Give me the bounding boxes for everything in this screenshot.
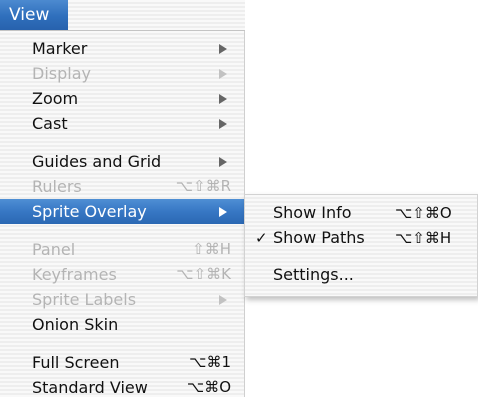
menu-item-cast[interactable]: Cast	[0, 111, 245, 136]
menu-item-full-screen[interactable]: Full Screen ⌥⌘1	[0, 350, 245, 375]
menu-item-label: Standard View	[32, 378, 148, 397]
menu-item-standard-view[interactable]: Standard View ⌥⌘O	[0, 375, 245, 400]
submenu-arrow-icon	[219, 207, 227, 217]
submenu-arrow-icon	[219, 44, 227, 54]
menu-item-label: Keyframes	[32, 265, 117, 284]
menu-item-sprite-labels: Sprite Labels	[0, 287, 245, 312]
menu-item-shortcut: ⌥⌘O	[186, 378, 231, 396]
submenu-item-settings[interactable]: Settings...	[245, 262, 477, 288]
menu-item-label: Onion Skin	[32, 315, 119, 334]
menu-item-label: Panel	[32, 240, 76, 259]
menu-item-label: Rulers	[32, 177, 82, 196]
menu-item-label: Marker	[32, 39, 88, 58]
submenu-item-shortcut: ⌥⇧⌘H	[395, 229, 452, 247]
submenu-item-label: Settings...	[273, 265, 354, 284]
submenu-item-show-paths[interactable]: ✓ Show Paths ⌥⇧⌘H	[245, 225, 477, 251]
sprite-overlay-submenu: Show Info ⌥⇧⌘O ✓ Show Paths ⌥⇧⌘H Setting…	[244, 194, 478, 297]
menu-item-shortcut: ⌥⇧⌘K	[176, 265, 231, 283]
submenu-arrow-icon	[219, 295, 227, 305]
submenu-arrow-icon	[219, 157, 227, 167]
menu-item-guides-and-grid[interactable]: Guides and Grid	[0, 149, 245, 174]
submenu-item-shortcut: ⌥⇧⌘O	[395, 204, 452, 222]
menu-item-rulers: Rulers ⌥⇧⌘R	[0, 174, 245, 199]
menu-item-shortcut: ⌥⌘1	[189, 353, 231, 371]
menu-item-label: Sprite Overlay	[32, 202, 147, 221]
menu-item-zoom[interactable]: Zoom	[0, 86, 245, 111]
submenu-item-label: Show Paths	[273, 228, 365, 247]
menu-item-keyframes: Keyframes ⌥⇧⌘K	[0, 262, 245, 287]
menu-item-label: Sprite Labels	[32, 290, 137, 309]
menu-item-display: Display	[0, 61, 245, 86]
checkmark-icon: ✓	[255, 229, 268, 247]
submenu-arrow-icon	[219, 119, 227, 129]
submenu-item-show-info[interactable]: Show Info ⌥⇧⌘O	[245, 200, 477, 226]
menu-item-label: Guides and Grid	[32, 152, 162, 171]
submenu-arrow-icon	[219, 69, 227, 79]
view-menu: Marker Display Zoom Cast Guides and Grid…	[0, 31, 245, 397]
menu-bar: View	[0, 0, 245, 31]
submenu-item-label: Show Info	[273, 203, 352, 222]
menu-item-onion-skin[interactable]: Onion Skin	[0, 312, 245, 337]
menu-item-label: Full Screen	[32, 353, 120, 372]
menu-item-shortcut: ⇧⌘H	[192, 240, 231, 258]
submenu-arrow-icon	[219, 94, 227, 104]
menu-item-marker[interactable]: Marker	[0, 36, 245, 61]
menu-item-panel: Panel ⇧⌘H	[0, 237, 245, 262]
menu-item-sprite-overlay[interactable]: Sprite Overlay	[0, 199, 245, 224]
menu-item-label: Display	[32, 64, 91, 83]
menu-item-shortcut: ⌥⇧⌘R	[175, 177, 231, 195]
menu-item-label: Cast	[32, 114, 68, 133]
view-menu-title[interactable]: View	[0, 0, 68, 30]
menu-item-label: Zoom	[32, 89, 79, 108]
